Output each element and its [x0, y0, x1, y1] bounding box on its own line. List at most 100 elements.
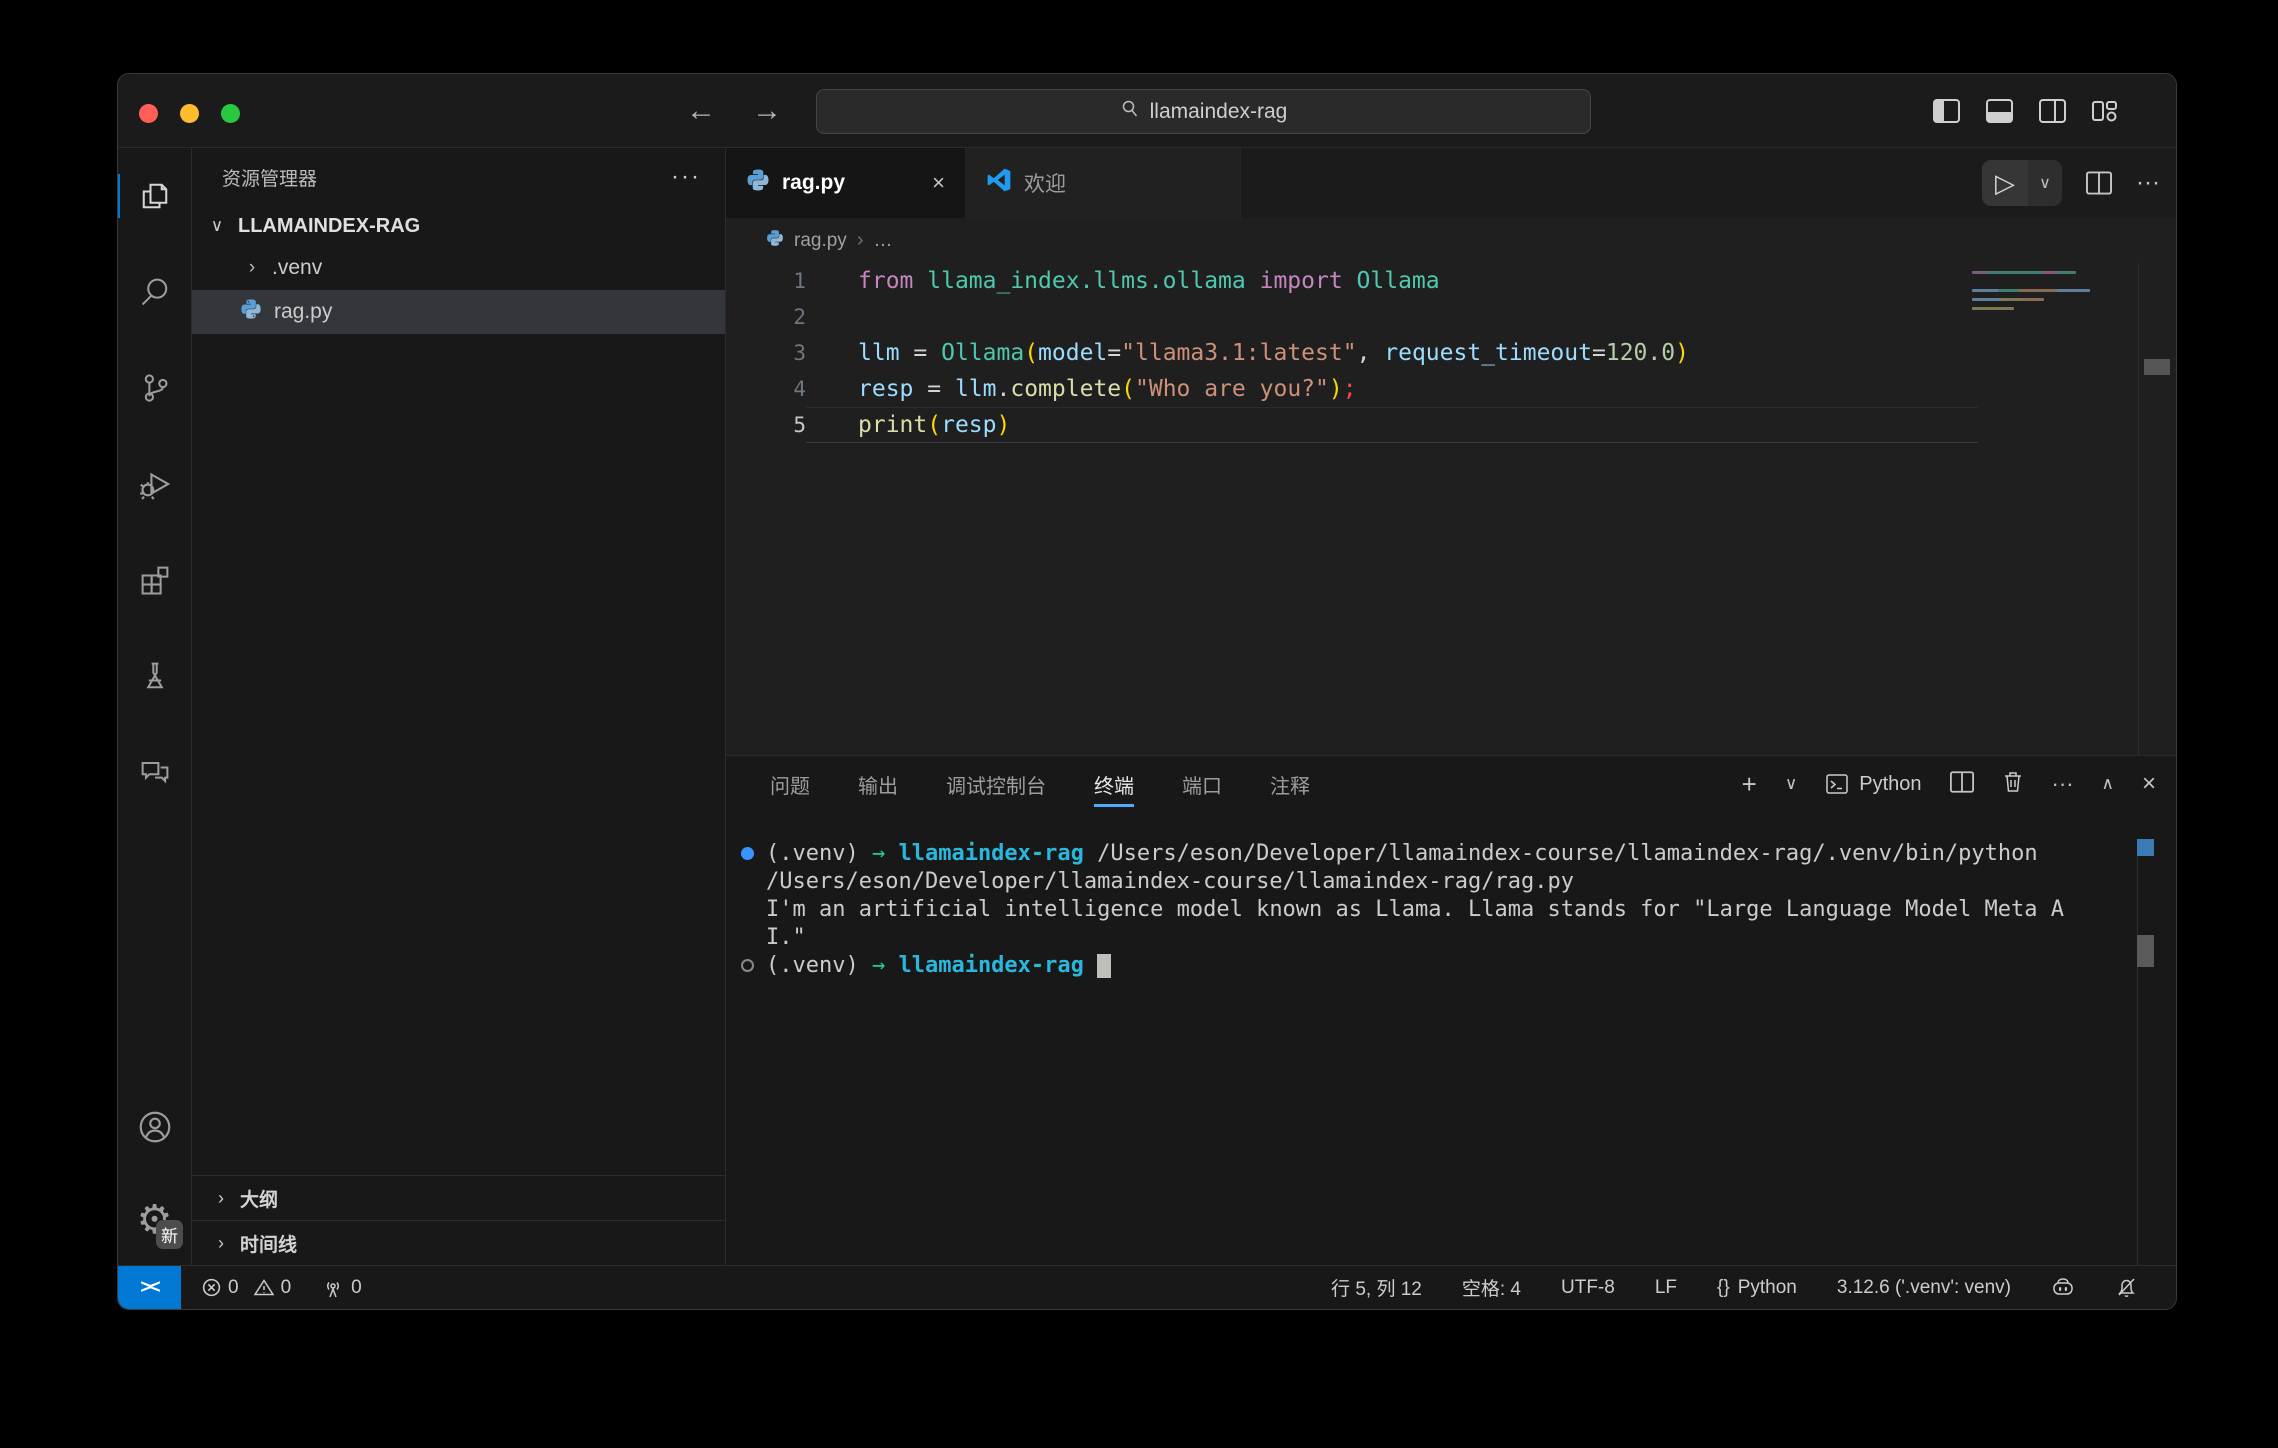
toggle-panel-icon[interactable] [1986, 99, 2013, 123]
panel-tab-problems[interactable]: 问题 [770, 756, 810, 812]
code-line[interactable]: 2 [726, 299, 1978, 335]
terminal-line: I." [741, 924, 2116, 952]
window-controls [139, 104, 240, 123]
bottom-panel: 问题 输出 调试控制台 终端 端口 注释 + ∨ Python [726, 755, 2176, 1265]
explorer-icon[interactable] [118, 148, 191, 244]
timeline-section[interactable]: › 时间线 [192, 1220, 725, 1265]
close-panel-icon[interactable]: × [2142, 770, 2156, 798]
code-line[interactable]: 4resp = llm.complete("Who are you?"); [726, 371, 1978, 407]
toggle-sidebar-icon[interactable] [1933, 99, 1960, 123]
run-button-group[interactable]: ▷ ∨ [1982, 160, 2062, 206]
python-interpreter[interactable]: 3.12.6 ('.venv': venv) [1837, 1277, 2011, 1299]
terminal-command-decoration[interactable] [741, 959, 754, 972]
panel-more-actions[interactable]: ··· [2052, 771, 2074, 797]
run-python-file-icon[interactable]: ▷ [1982, 160, 2028, 206]
explorer-sidebar: 资源管理器 ··· ∨ LLAMAINDEX-RAG › .venv rag.p… [192, 148, 726, 1265]
language-mode[interactable]: {} Python [1717, 1277, 1797, 1299]
forward-button[interactable]: → [752, 94, 782, 128]
search-sidebar-icon[interactable] [118, 244, 191, 340]
timeline-label: 时间线 [240, 1230, 297, 1257]
settings-new-badge: 新 [156, 1220, 183, 1249]
python-file-icon [746, 168, 770, 198]
source-control-icon[interactable] [118, 340, 191, 436]
new-terminal-icon[interactable]: + [1742, 769, 1757, 800]
line-number: 4 [726, 377, 806, 401]
problems-status[interactable]: 0 0 [201, 1277, 291, 1299]
outline-section[interactable]: › 大纲 [192, 1175, 725, 1220]
breadcrumb-separator: › [857, 229, 864, 252]
terminal-icon [1825, 772, 1849, 796]
terminal-scrollbar-mark [2137, 935, 2154, 967]
code-line[interactable]: 1from llama_index.llms.ollama import Oll… [726, 263, 1978, 299]
back-button[interactable]: ← [686, 94, 716, 128]
customize-layout-icon[interactable] [2092, 99, 2118, 123]
minimize-window-button[interactable] [180, 104, 199, 123]
code-lines: 1from llama_index.llms.ollama import Oll… [726, 263, 2176, 443]
run-debug-icon[interactable] [118, 436, 191, 532]
zoom-window-button[interactable] [221, 104, 240, 123]
close-window-button[interactable] [139, 104, 158, 123]
minimap[interactable] [1972, 271, 2092, 316]
notifications-muted-icon[interactable] [2115, 1276, 2138, 1299]
panel-header: 问题 输出 调试控制台 终端 端口 注释 + ∨ Python [726, 756, 2176, 812]
split-terminal-icon[interactable] [1950, 771, 1974, 798]
editor-tab-bar: rag.py × 欢迎 ▷ ∨ ·· [726, 148, 2176, 218]
code-line[interactable]: 3llm = Ollama(model="llama3.1:latest", r… [726, 335, 1978, 371]
terminal-content[interactable]: (.venv) → llamaindex-rag /Users/eson/Dev… [726, 812, 2176, 1265]
terminal-command-decoration[interactable] [741, 847, 754, 860]
encoding[interactable]: UTF-8 [1561, 1277, 1615, 1299]
cursor-position[interactable]: 行 5, 列 12 [1331, 1274, 1422, 1301]
split-editor-icon[interactable] [2086, 171, 2112, 195]
editor-scrollbar-thumb[interactable] [2144, 359, 2170, 375]
workspace-root-row[interactable]: ∨ LLAMAINDEX-RAG [192, 206, 725, 246]
terminal-cursor [1097, 954, 1111, 978]
sidebar-more-actions[interactable]: ··· [671, 163, 701, 191]
code-editor[interactable]: 1from llama_index.llms.ollama import Oll… [726, 263, 2176, 755]
panel-tab-terminal[interactable]: 终端 [1094, 756, 1134, 812]
tree-item-venv[interactable]: › .venv [192, 246, 725, 290]
tab-label: rag.py [782, 171, 845, 195]
breadcrumb-file[interactable]: rag.py [794, 230, 847, 252]
indentation[interactable]: 空格: 4 [1462, 1274, 1521, 1301]
code-line[interactable]: 5print(resp) [726, 407, 1978, 443]
remote-indicator[interactable]: >< [118, 1266, 181, 1309]
warning-icon [253, 1277, 275, 1298]
radio-tower-icon [321, 1277, 345, 1299]
breadcrumb[interactable]: rag.py › … [726, 218, 2176, 263]
chevron-right-icon: › [208, 1188, 234, 1209]
editor-scrollbar[interactable] [2138, 263, 2176, 755]
kill-terminal-icon[interactable] [2002, 770, 2024, 799]
terminal-shell-label: Python [1859, 773, 1921, 796]
terminal-shell-chip[interactable]: Python [1825, 772, 1921, 796]
command-center-search[interactable]: llamaindex-rag [816, 89, 1591, 134]
terminal-dropdown-icon[interactable]: ∨ [1785, 774, 1797, 794]
tree-item-ragpy[interactable]: rag.py [192, 290, 725, 334]
settings-gear-icon[interactable]: ⚙ 新 [118, 1175, 191, 1265]
terminal-line: (.venv) → llamaindex-rag [741, 952, 2116, 980]
panel-tab-comments[interactable]: 注释 [1270, 756, 1310, 812]
braces-glyph: {} [1717, 1277, 1730, 1299]
status-bar: >< 0 0 0 行 5, 列 12 空格: 4 UTF-8 LF {} Pyt… [118, 1265, 2176, 1309]
terminal-command-mark-blue [2137, 839, 2154, 856]
line-number: 3 [726, 341, 806, 365]
breadcrumb-more[interactable]: … [873, 230, 892, 252]
run-dropdown-icon[interactable]: ∨ [2028, 173, 2062, 193]
python-file-icon [240, 298, 262, 326]
account-icon[interactable] [118, 1079, 191, 1175]
panel-tab-debug-console[interactable]: 调试控制台 [946, 756, 1046, 812]
outline-label: 大纲 [240, 1185, 278, 1212]
copilot-icon[interactable] [2051, 1277, 2075, 1299]
maximize-panel-icon[interactable]: ∧ [2102, 774, 2114, 794]
ports-status[interactable]: 0 [321, 1277, 362, 1299]
comments-icon[interactable] [118, 724, 191, 820]
tab-ragpy[interactable]: rag.py × [726, 148, 966, 218]
eol-sequence[interactable]: LF [1655, 1277, 1677, 1299]
editor-more-actions[interactable]: ··· [2136, 169, 2160, 197]
panel-tab-ports[interactable]: 端口 [1182, 756, 1222, 812]
toggle-secondary-sidebar-icon[interactable] [2039, 99, 2066, 123]
extensions-icon[interactable] [118, 532, 191, 628]
panel-tab-output[interactable]: 输出 [858, 756, 898, 812]
tab-welcome[interactable]: 欢迎 [966, 148, 1241, 218]
testing-icon[interactable] [118, 628, 191, 724]
close-tab-icon[interactable]: × [932, 170, 945, 196]
